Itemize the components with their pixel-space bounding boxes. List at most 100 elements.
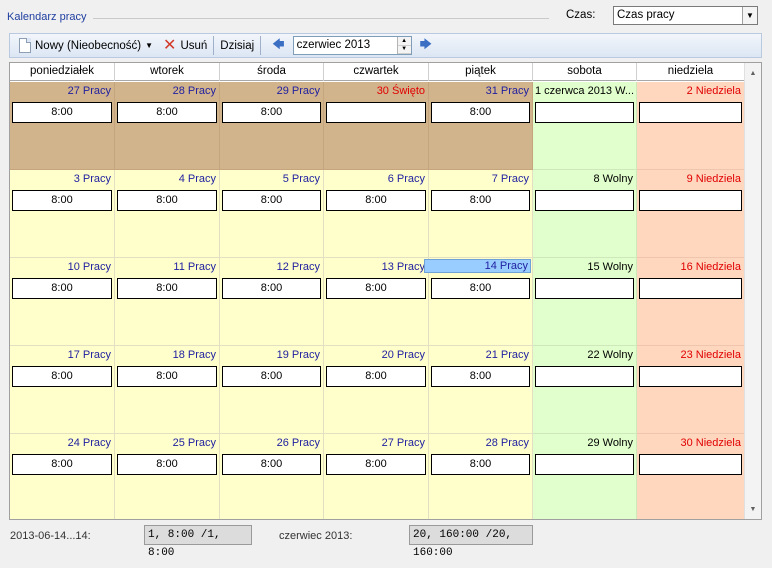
calendar-day-cell[interactable]: 27 Pracy 8:00 — [10, 82, 115, 170]
work-hours-field[interactable]: 8:00 — [117, 102, 217, 123]
work-hours-field[interactable]: 8:00 — [326, 190, 426, 211]
calendar-day-cell[interactable]: 14 Pracy 8:00 — [423, 258, 533, 346]
work-hours-field[interactable]: 8:00 — [222, 190, 321, 211]
calendar-day-cell[interactable]: 11 Pracy 8:00 — [115, 258, 220, 346]
day-label: 26 Pracy — [276, 437, 320, 449]
work-hours-field[interactable]: 8:00 — [12, 366, 112, 387]
calendar-day-cell[interactable]: 27 Pracy 8:00 — [324, 434, 429, 519]
work-hours-field[interactable] — [535, 102, 634, 123]
day-label: 23 Niedziela — [680, 349, 741, 361]
work-hours-field[interactable]: 8:00 — [431, 102, 530, 123]
spin-down-icon[interactable]: ▼ — [397, 45, 411, 54]
calendar-day-cell[interactable]: 26 Pracy 8:00 — [220, 434, 324, 519]
work-hours-field[interactable] — [639, 102, 742, 123]
calendar-day-cell[interactable]: 22 Wolny — [533, 346, 637, 434]
calendar-day-cell[interactable]: 30 Święto — [324, 82, 429, 170]
day-label: 13 Pracy — [381, 261, 425, 273]
calendar-week-row: 27 Pracy 8:00 28 Pracy 8:00 29 Pracy 8:00 30 Ś… — [10, 82, 745, 170]
calendar-day-cell[interactable]: 3 Pracy 8:00 — [10, 170, 115, 258]
delete-label: Usuń — [180, 39, 208, 52]
work-hours-field[interactable]: 8:00 — [117, 278, 217, 299]
work-hours-field[interactable] — [639, 454, 742, 475]
day-label: 15 Wolny — [587, 261, 633, 273]
calendar-day-cell[interactable]: 4 Pracy 8:00 — [115, 170, 220, 258]
calendar-day-cell[interactable]: 1 czerwca 2013 W... — [533, 82, 637, 170]
work-hours-field[interactable]: 8:00 — [222, 278, 321, 299]
calendar-day-cell[interactable]: 2 Niedziela — [637, 82, 745, 170]
dropdown-caret-icon[interactable]: ▼ — [145, 41, 153, 50]
weekday-header: poniedziałek wtorek środa czwartek piątek sob… — [10, 63, 745, 81]
work-hours-field[interactable] — [639, 366, 742, 387]
spin-up-icon[interactable]: ▲ — [397, 37, 411, 46]
calendar-day-cell[interactable]: 20 Pracy 8:00 — [324, 346, 429, 434]
today-button[interactable]: Dzisiaj — [217, 35, 257, 56]
work-hours-field[interactable]: 8:00 — [222, 102, 321, 123]
calendar-day-cell[interactable]: 15 Wolny — [533, 258, 637, 346]
day-label: 10 Pracy — [67, 261, 111, 273]
calendar-day-cell[interactable]: 16 Niedziela — [637, 258, 745, 346]
calendar-day-cell[interactable]: 29 Pracy 8:00 — [220, 82, 324, 170]
work-hours-field[interactable]: 8:00 — [117, 366, 217, 387]
work-hours-field[interactable]: 8:00 — [12, 454, 112, 475]
work-hours-field[interactable]: 8:00 — [117, 190, 217, 211]
scroll-down-icon[interactable]: ▼ — [745, 501, 761, 517]
work-hours-field[interactable] — [639, 190, 742, 211]
calendar-day-cell[interactable]: 21 Pracy 8:00 — [429, 346, 533, 434]
calendar-day-cell[interactable]: 6 Pracy 8:00 — [324, 170, 429, 258]
work-hours-field[interactable]: 8:00 — [431, 454, 530, 475]
day-label: 17 Pracy — [67, 349, 111, 361]
work-hours-field[interactable]: 8:00 — [431, 190, 530, 211]
calendar-day-cell[interactable]: 17 Pracy 8:00 — [10, 346, 115, 434]
day-label: 9 Niedziela — [686, 173, 741, 185]
spinner-buttons: ▲ ▼ — [396, 37, 411, 54]
work-hours-field[interactable]: 8:00 — [12, 190, 112, 211]
delete-button[interactable]: ✕ Usuń — [156, 35, 210, 56]
work-hours-field[interactable] — [535, 190, 634, 211]
calendar-day-cell[interactable]: 24 Pracy 8:00 — [10, 434, 115, 519]
day-label: 28 Pracy — [172, 85, 216, 97]
calendar-day-cell[interactable]: 8 Wolny — [533, 170, 637, 258]
work-hours-field[interactable]: 8:00 — [326, 454, 426, 475]
work-hours-field[interactable]: 8:00 — [12, 278, 112, 299]
day-label: 2 Niedziela — [686, 85, 741, 97]
calendar-day-cell[interactable]: 9 Niedziela — [637, 170, 745, 258]
work-hours-field[interactable]: 8:00 — [431, 366, 530, 387]
calendar-day-cell[interactable]: 28 Pracy 8:00 — [429, 434, 533, 519]
calendar-day-cell[interactable]: 18 Pracy 8:00 — [115, 346, 220, 434]
work-hours-field[interactable]: 8:00 — [117, 454, 217, 475]
calendar-day-cell[interactable]: 13 Pracy 8:00 — [324, 258, 429, 346]
work-hours-field[interactable] — [535, 278, 634, 299]
selected-totals-field: 1, 8:00 /1, 8:00 — [144, 525, 252, 559]
vertical-scrollbar[interactable]: ▲ ▼ — [744, 63, 761, 519]
work-hours-field[interactable] — [535, 454, 634, 475]
calendar-day-cell[interactable]: 5 Pracy 8:00 — [220, 170, 324, 258]
calendar-day-cell[interactable]: 12 Pracy 8:00 — [220, 258, 324, 346]
day-label: 12 Pracy — [276, 261, 320, 273]
work-hours-field[interactable]: 8:00 — [326, 366, 426, 387]
work-hours-field[interactable]: 8:00 — [12, 102, 112, 123]
work-hours-field[interactable] — [639, 278, 742, 299]
next-period-arrow-icon[interactable]: 🡆 — [412, 35, 440, 56]
work-hours-field[interactable]: 8:00 — [222, 454, 321, 475]
work-hours-field[interactable] — [326, 102, 426, 123]
calendar-day-cell[interactable]: 30 Niedziela — [637, 434, 745, 519]
calendar-day-cell[interactable]: 31 Pracy 8:00 — [429, 82, 533, 170]
work-hours-field[interactable]: 8:00 — [326, 278, 426, 299]
czas-select[interactable]: Czas pracy ▼ — [613, 6, 758, 25]
calendar-day-cell[interactable]: 23 Niedziela — [637, 346, 745, 434]
selected-range-label: 2013-06-14...14: — [10, 530, 91, 542]
work-hours-field[interactable] — [535, 366, 634, 387]
calendar-day-cell[interactable]: 10 Pracy 8:00 — [10, 258, 115, 346]
new-absence-button[interactable]: Nowy (Nieobecność) ▼ — [10, 35, 156, 56]
calendar-day-cell[interactable]: 28 Pracy 8:00 — [115, 82, 220, 170]
work-hours-field[interactable]: 8:00 — [222, 366, 321, 387]
chevron-down-icon[interactable]: ▼ — [742, 7, 757, 24]
work-hours-field[interactable]: 8:00 — [431, 278, 530, 299]
previous-period-arrow-icon[interactable]: 🡄 — [264, 35, 292, 56]
calendar-day-cell[interactable]: 19 Pracy 8:00 — [220, 346, 324, 434]
calendar-day-cell[interactable]: 7 Pracy 8:00 — [429, 170, 533, 258]
period-spinner[interactable]: czerwiec 2013 ▲ ▼ — [292, 36, 412, 55]
calendar-day-cell[interactable]: 29 Wolny — [533, 434, 637, 519]
calendar-day-cell[interactable]: 25 Pracy 8:00 — [115, 434, 220, 519]
scroll-up-icon[interactable]: ▲ — [745, 65, 761, 81]
